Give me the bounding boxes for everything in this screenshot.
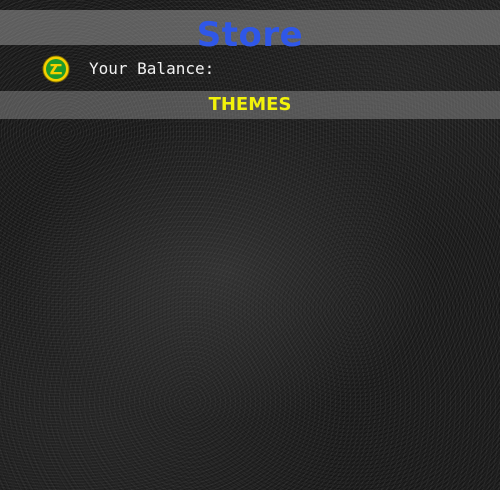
title-bar: Store [0,10,500,55]
themes-tab[interactable]: THEMES [0,91,500,119]
page-title: Store [196,15,304,55]
balance-label: Your Balance: [89,59,215,78]
tab-themes-label: THEMES [208,94,292,115]
store-content-area [0,119,500,490]
balance-row: Your Balance: [0,54,500,84]
coin-icon [42,55,70,83]
store-screen: Store Your Balance: THEMES [0,0,500,490]
